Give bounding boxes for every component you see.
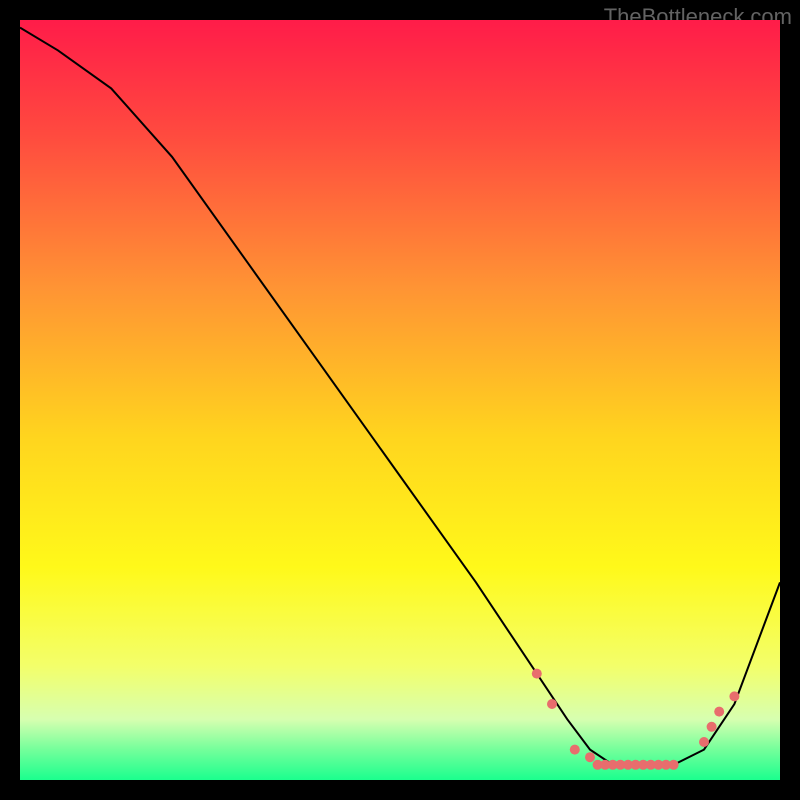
marker-point (699, 737, 709, 747)
marker-point (669, 760, 679, 770)
marker-point (707, 722, 717, 732)
marker-point (714, 707, 724, 717)
chart-container: TheBottleneck.com (0, 0, 800, 800)
marker-point (585, 752, 595, 762)
marker-point (532, 669, 542, 679)
plot-svg (20, 20, 780, 780)
marker-point (547, 699, 557, 709)
marker-point (570, 745, 580, 755)
marker-point (729, 691, 739, 701)
gradient-background (20, 20, 780, 780)
